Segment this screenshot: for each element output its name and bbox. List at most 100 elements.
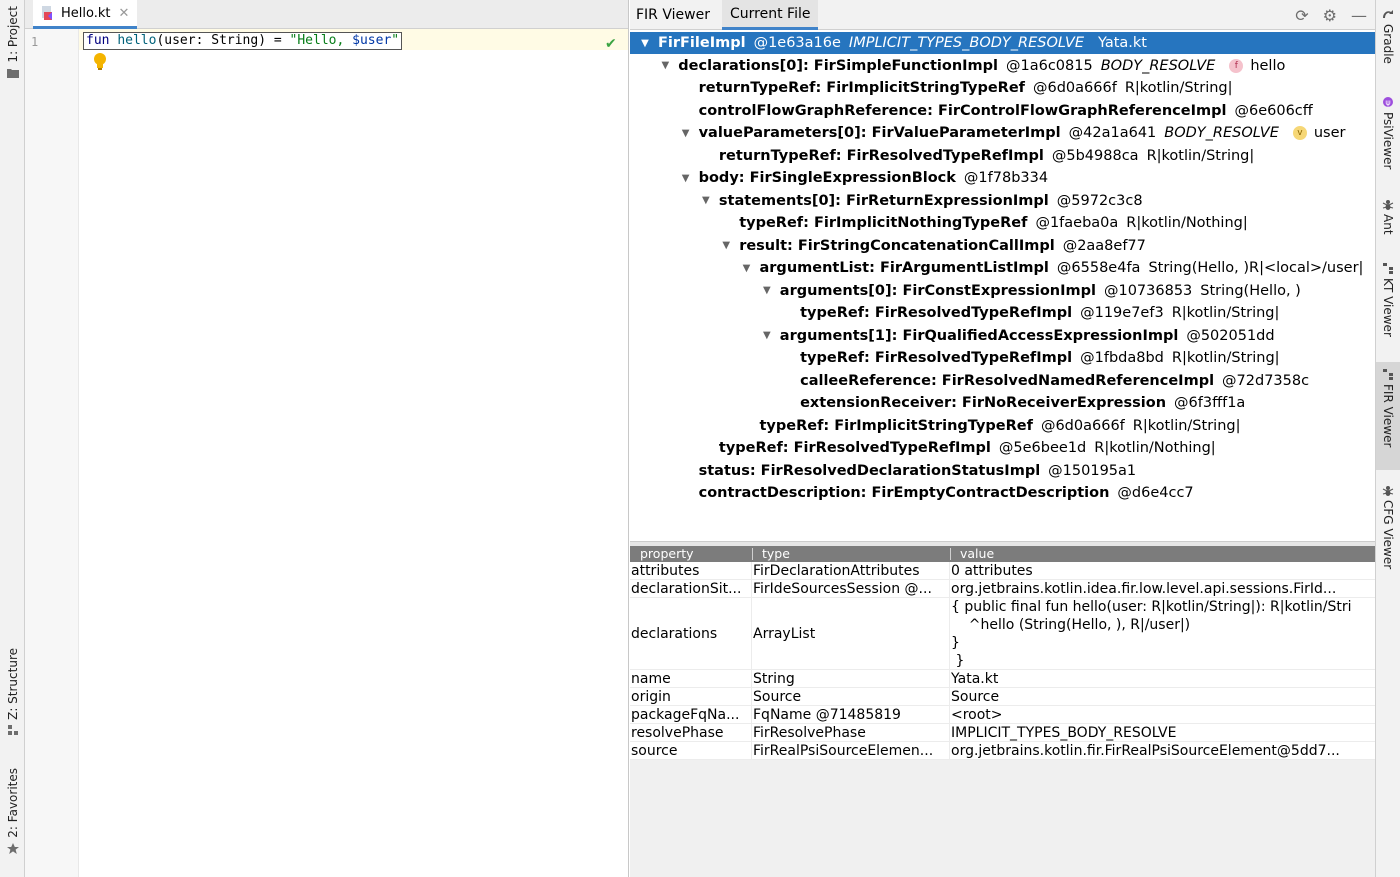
table-row[interactable]: packageFqNa... FqName @71485819 <root> xyxy=(630,706,1375,724)
expand-arrow-icon[interactable]: ▼ xyxy=(658,60,672,71)
function-icon: f xyxy=(1229,58,1244,73)
cell-value: org.jetbrains.kotlin.fir.FirRealPsiSourc… xyxy=(951,743,1340,759)
column-header-property[interactable]: property xyxy=(640,546,694,562)
code-string-end: " xyxy=(391,33,400,48)
close-tab-icon[interactable]: ✕ xyxy=(118,6,129,21)
tree-node[interactable]: ▼ argumentList: FirArgumentListImpl @6558e… xyxy=(630,257,1375,279)
lightbulb-icon[interactable] xyxy=(93,52,107,70)
tree-node[interactable]: contractDescription: FirEmptyContractDes… xyxy=(630,482,1375,504)
tree-node-name: typeRef: FirImplicitNothingTypeRef xyxy=(739,215,1028,231)
code-line-1[interactable]: fun hello(user: String) = "Hello, $user" xyxy=(83,32,403,50)
tree-node[interactable]: typeRef: FirResolvedTypeRefImpl @5e6bee1d… xyxy=(630,437,1375,459)
tree-node[interactable]: typeRef: FirResolvedTypeRefImpl @119e7ef3… xyxy=(630,302,1375,324)
value-parameter-icon: v xyxy=(1292,126,1307,140)
tree-node-name: declarations[0]: FirSimpleFunctionImpl xyxy=(678,57,998,74)
editor-tab-label: Hello.kt xyxy=(61,5,111,21)
fir-viewer-panel: FIR Viewer Current File ⟳ ⚙ — ▼ FirFileIm… xyxy=(630,0,1375,877)
expand-arrow-icon[interactable]: ▼ xyxy=(638,38,652,49)
project-tool-tab[interactable]: 1: Project xyxy=(0,6,25,78)
right-tool-strip: Gradle ψ PsiViewer Ant KT Viewer FIR Vie… xyxy=(1375,0,1400,877)
tree-node[interactable]: ▼ valueParameters[0]: FirValueParameterIm… xyxy=(630,122,1375,144)
tree-node[interactable]: ▼ arguments[1]: FirQualifiedAccessExpress… xyxy=(630,325,1375,347)
tree-node-hash: @d6e4cc7 xyxy=(1117,485,1194,501)
tree-node[interactable]: typeRef: FirResolvedTypeRefImpl @1fbda8bd… xyxy=(630,347,1375,369)
structure-icon xyxy=(7,724,18,735)
cfg-icon xyxy=(1382,486,1394,496)
gear-icon[interactable]: ⚙ xyxy=(1323,6,1337,25)
tree-node[interactable]: typeRef: FirImplicitNothingTypeRef @1faeb… xyxy=(630,212,1375,234)
tree-node[interactable]: ▼ arguments[0]: FirConstExpressionImpl @10… xyxy=(630,280,1375,302)
column-header-type[interactable]: type xyxy=(762,546,790,562)
tree-node[interactable]: calleeReference: FirResolvedNamedReferen… xyxy=(630,370,1375,392)
cell-property: name xyxy=(631,671,671,687)
tree-node[interactable]: ▼ FirFileImpl @1e63a16e IMPLICIT_TYPES_BODY… xyxy=(630,32,1375,54)
expand-arrow-icon[interactable]: ▼ xyxy=(760,285,774,296)
tree-node-name: typeRef: FirImplicitStringTypeRef xyxy=(759,417,1033,434)
cfgviewer-tool-tab[interactable]: CFG Viewer xyxy=(1376,484,1400,569)
tree-node-hash: @1fbda8bd xyxy=(1080,350,1164,366)
table-row[interactable]: name String Yata.kt xyxy=(630,670,1375,688)
tree-node[interactable]: typeRef: FirImplicitStringTypeRef @6d0a66… xyxy=(630,415,1375,437)
cfgviewer-tab-label: CFG Viewer xyxy=(1381,500,1395,570)
structure-tool-tab[interactable]: Z: Structure xyxy=(0,648,25,735)
expand-arrow-icon[interactable]: ▼ xyxy=(699,195,713,206)
ktviewer-tab-label: KT Viewer xyxy=(1381,278,1395,337)
refresh-icon[interactable]: ⟳ xyxy=(1295,6,1308,25)
cell-property: attributes xyxy=(631,563,700,579)
tab-current-file-label: Current File xyxy=(730,5,811,22)
ant-tool-tab[interactable]: Ant xyxy=(1376,198,1400,235)
cell-type: FirRealPsiSourceElemen... xyxy=(753,743,934,759)
expand-arrow-icon[interactable]: ▼ xyxy=(760,330,774,341)
cell-property: source xyxy=(631,743,678,759)
column-header-value[interactable]: value xyxy=(960,546,994,562)
tree-node[interactable]: ▼ result: FirStringConcatenationCallImpl @… xyxy=(630,235,1375,257)
table-row[interactable]: resolvePhase FirResolvePhase IMPLICIT_TYPE… xyxy=(630,724,1375,742)
tree-node-name: returnTypeRef: FirImplicitStringTypeRef xyxy=(698,80,1025,96)
tree-node-label: hello xyxy=(1250,57,1286,74)
tree-node[interactable]: returnTypeRef: FirResolvedTypeRefImpl @5b… xyxy=(630,145,1375,167)
table-row[interactable]: declarationSit... FirIdeSourcesSession @.… xyxy=(630,580,1375,598)
tree-node-hash: @1e63a16e xyxy=(753,35,841,51)
tab-current-file[interactable]: Current File xyxy=(722,0,819,30)
tree-node-hash: @1faeba0a xyxy=(1035,215,1119,231)
tree-node[interactable]: ▼ body: FirSingleExpressionBlock @1f78b334 xyxy=(630,167,1375,189)
cell-value: ^hello (String(Hello, ), R|/user|) xyxy=(951,617,1191,633)
cell-type: String xyxy=(753,671,795,687)
tree-node-name: contractDescription: FirEmptyContractDes… xyxy=(698,485,1110,501)
tree-node[interactable]: ▼ declarations[0]: FirSimpleFunctionImpl @… xyxy=(630,55,1375,77)
table-row[interactable]: source FirRealPsiSourceElemen... org.jetbr… xyxy=(630,742,1375,760)
gradle-tool-tab[interactable]: Gradle xyxy=(1376,8,1400,64)
expand-arrow-icon[interactable]: ▼ xyxy=(679,128,693,139)
expand-arrow-icon[interactable]: ▼ xyxy=(719,240,733,251)
table-row[interactable]: declarations ArrayList { public final fun … xyxy=(630,598,1375,670)
tree-node[interactable]: controlFlowGraphReference: FirControlFlo… xyxy=(630,100,1375,122)
editor-tab-hello-kt[interactable]: Hello.kt ✕ xyxy=(33,0,138,29)
tree-node-hash: @5e6bee1d xyxy=(998,440,1087,456)
tree-node-hash: @5972c3c8 xyxy=(1056,192,1143,209)
tree-node[interactable]: ▼ statements[0]: FirReturnExpressionImpl @… xyxy=(630,190,1375,212)
tree-node[interactable]: returnTypeRef: FirImplicitStringTypeRef @… xyxy=(630,77,1375,99)
tree-node-name: valueParameters[0]: FirValueParameterImp… xyxy=(698,125,1061,141)
line-gutter: 1 xyxy=(25,29,79,877)
tree-node-hash: @1f78b334 xyxy=(963,170,1049,186)
ktviewer-tool-tab[interactable]: KT Viewer xyxy=(1376,262,1400,337)
minimize-icon[interactable]: — xyxy=(1351,6,1367,25)
table-row[interactable]: origin Source Source xyxy=(630,688,1375,706)
firviewer-tool-tab[interactable]: FIR Viewer xyxy=(1376,362,1400,470)
code-params: (user: String) = xyxy=(156,33,290,48)
kotlin-file-icon xyxy=(42,6,52,20)
favorites-tab-label: 2: Favorites xyxy=(5,768,20,838)
cell-property: declarationSit... xyxy=(631,581,742,597)
structure-tab-label: Z: Structure xyxy=(5,648,20,720)
fir-tree: ▼ FirFileImpl @1e63a16e IMPLICIT_TYPES_BODY… xyxy=(630,32,1375,542)
expand-arrow-icon[interactable]: ▼ xyxy=(679,173,693,184)
expand-arrow-icon[interactable]: ▼ xyxy=(740,263,754,274)
tree-node-name: typeRef: FirResolvedTypeRefImpl xyxy=(800,305,1073,321)
tree-node[interactable]: status: FirResolvedDeclarationStatusImpl… xyxy=(630,460,1375,482)
tree-node-hash: @10736853 xyxy=(1103,282,1193,299)
favorites-tool-tab[interactable]: 2: Favorites xyxy=(0,768,25,855)
table-row[interactable]: attributes FirDeclarationAttributes 0 attr… xyxy=(630,562,1375,580)
tree-node[interactable]: extensionReceiver: FirNoReceiverExpressi… xyxy=(630,392,1375,414)
psiviewer-tool-tab[interactable]: ψ PsiViewer xyxy=(1376,96,1400,169)
cell-property: declarations xyxy=(631,626,718,642)
